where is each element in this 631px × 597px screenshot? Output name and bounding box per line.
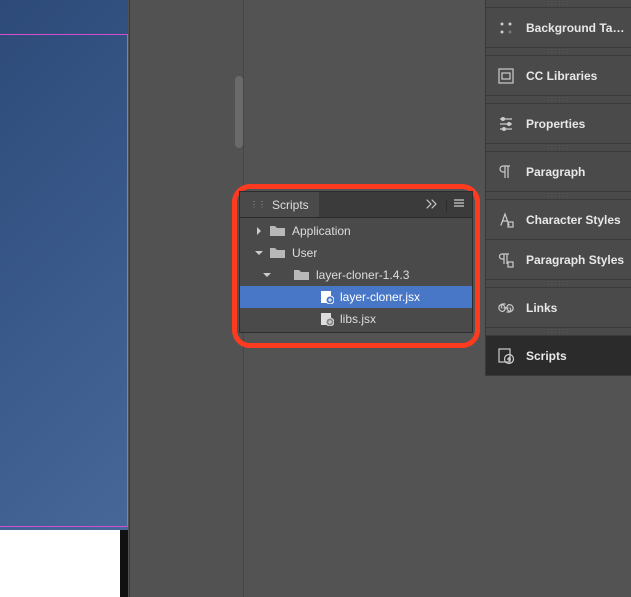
panel-grip-icon: ⋮⋮	[250, 200, 266, 209]
tree-row-folder[interactable]: layer-cloner-1.4.3	[240, 264, 472, 286]
panel-group-grip[interactable]: ::::::	[485, 48, 631, 56]
tree-label: libs.jsx	[340, 312, 376, 326]
panel-group-grip[interactable]: ::::::	[485, 0, 631, 8]
panel-group-grip[interactable]: ::::::	[485, 280, 631, 288]
panel-label: Character Styles	[526, 213, 621, 227]
collapse-panel-icon[interactable]	[421, 197, 443, 212]
character-styles-icon	[496, 210, 516, 230]
scripts-panel-header: ⋮⋮ Scripts |	[240, 192, 472, 218]
cc-libraries-icon	[496, 66, 516, 86]
page-shadow	[120, 530, 128, 597]
properties-icon	[496, 114, 516, 134]
panel-cc-libraries[interactable]: CC Libraries	[485, 56, 631, 96]
panel-properties[interactable]: Properties	[485, 104, 631, 144]
links-icon	[496, 298, 516, 318]
panel-links[interactable]: Links	[485, 288, 631, 328]
scripts-panel-highlight: ⋮⋮ Scripts | Application	[232, 184, 480, 348]
panel-character-styles[interactable]: Character Styles	[485, 200, 631, 240]
panel-label: Paragraph Styles	[526, 253, 624, 267]
panel-paragraph-styles[interactable]: Paragraph Styles	[485, 240, 631, 280]
scripts-tree: Application User layer-cloner	[240, 218, 472, 332]
tree-row-user[interactable]: User	[240, 242, 472, 264]
folder-icon	[270, 225, 286, 237]
panel-group-grip[interactable]: ::::::	[485, 144, 631, 152]
panel-label: Properties	[526, 117, 585, 131]
chevron-down-icon	[260, 268, 274, 282]
scripts-panel-tab[interactable]: ⋮⋮ Scripts	[240, 192, 319, 217]
scrollbar-thumb[interactable]	[235, 76, 243, 148]
folder-icon	[270, 247, 286, 259]
panel-label: Links	[526, 301, 557, 315]
scripts-panel-title: Scripts	[272, 198, 309, 212]
header-divider: |	[443, 198, 450, 212]
tree-label: User	[292, 246, 317, 260]
paragraph-styles-icon	[496, 250, 516, 270]
script-file-icon	[320, 312, 334, 326]
tree-label: layer-cloner-1.4.3	[316, 268, 409, 282]
document-canvas[interactable]	[0, 0, 128, 597]
paragraph-icon	[496, 162, 516, 182]
panel-label: Paragraph	[526, 165, 585, 179]
tree-label: Application	[292, 224, 351, 238]
page-fragment	[0, 530, 120, 597]
tree-row-script[interactable]: libs.jsx	[240, 308, 472, 330]
panel-group-grip[interactable]: ::::::	[485, 96, 631, 104]
right-panel-dock: :::::: Background Tas… :::::: CC Librari…	[485, 0, 631, 376]
spacer	[276, 268, 290, 282]
tree-row-script-selected[interactable]: layer-cloner.jsx	[240, 286, 472, 308]
panel-label: Scripts	[526, 349, 567, 363]
pasteboard	[128, 0, 243, 597]
panel-bg-tasks[interactable]: Background Tas…	[485, 8, 631, 48]
script-file-icon	[320, 290, 334, 304]
panel-label: Background Tas…	[526, 21, 631, 35]
tree-row-application[interactable]: Application	[240, 220, 472, 242]
margin-guide	[0, 34, 128, 527]
chevron-right-icon	[252, 224, 266, 238]
panel-menu-icon[interactable]	[450, 198, 472, 212]
panel-group-grip[interactable]: ::::::	[485, 192, 631, 200]
tree-label: layer-cloner.jsx	[340, 290, 420, 304]
chevron-down-icon	[252, 246, 266, 260]
folder-icon	[294, 269, 310, 281]
panel-scripts[interactable]: Scripts	[485, 336, 631, 376]
panel-paragraph[interactable]: Paragraph	[485, 152, 631, 192]
panel-label: CC Libraries	[526, 69, 597, 83]
background-tasks-icon	[496, 18, 516, 38]
scripts-panel: ⋮⋮ Scripts | Application	[239, 191, 473, 333]
scripts-icon	[496, 346, 516, 366]
panel-group-grip[interactable]: ::::::	[485, 328, 631, 336]
